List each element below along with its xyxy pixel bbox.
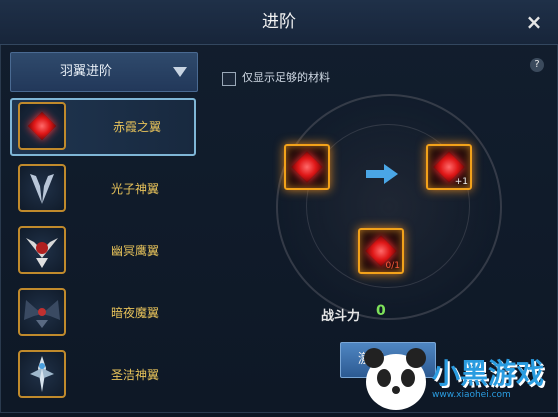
material-count: 0/1 [385,261,400,271]
wing-item-shengjie[interactable]: 圣洁神翼 [10,346,196,404]
material-item-slot[interactable]: 0/1 [358,228,404,274]
silver-wing-icon [18,164,66,212]
wing-item-youming[interactable]: 幽冥鹰翼 [10,222,196,280]
category-dropdown[interactable]: 羽翼进阶 [10,52,198,92]
result-item-slot[interactable]: +1 [426,144,472,190]
title-bar: 进阶 × [0,0,558,45]
watermark-brand: 小黑游戏 [432,357,545,390]
red-gem-icon [291,151,323,183]
combat-power-label: 战斗力 [321,309,361,324]
holy-wing-icon [18,350,66,398]
help-icon[interactable]: ? [530,58,544,72]
wing-item-anye[interactable]: 暗夜魔翼 [10,284,196,342]
wing-item-label: 暗夜魔翼 [110,306,159,320]
wing-item-chixia[interactable]: 赤霞之翼 [10,98,196,156]
wing-item-label: 赤霞之翼 [112,120,161,134]
wing-item-label: 圣洁神翼 [110,368,159,382]
wing-list-sidebar: 羽翼进阶 赤霞之翼 光子神翼 幽冥鹰翼 暗夜魔翼 圣洁神翼 [6,52,198,408]
watermark-url: www.xiaohei.com [432,390,511,400]
eagle-wing-icon [18,226,66,274]
arrow-right-icon [366,164,398,184]
result-plus-badge: +1 [454,177,468,187]
dropdown-label: 羽翼进阶 [59,64,112,79]
wing-item-label: 幽冥鹰翼 [110,244,159,258]
close-icon[interactable]: × [520,8,548,36]
enough-materials-checkbox[interactable] [222,72,236,86]
chevron-down-icon [173,67,187,77]
combat-power-value: 0 [376,303,386,319]
panda-mascot-icon [364,348,426,410]
source-item-slot[interactable] [284,144,330,190]
red-gem-icon [18,102,66,150]
dark-wing-icon [18,288,66,336]
wing-item-label: 光子神翼 [110,182,159,196]
wing-item-guangzi[interactable]: 光子神翼 [10,160,196,218]
magic-circle-decoration [276,94,502,320]
dialog-title: 进阶 [262,12,296,32]
enough-materials-label: 仅显示足够的材料 [242,71,330,84]
site-watermark-logo: 小黑游戏 www.xiaohei.com [360,338,558,413]
